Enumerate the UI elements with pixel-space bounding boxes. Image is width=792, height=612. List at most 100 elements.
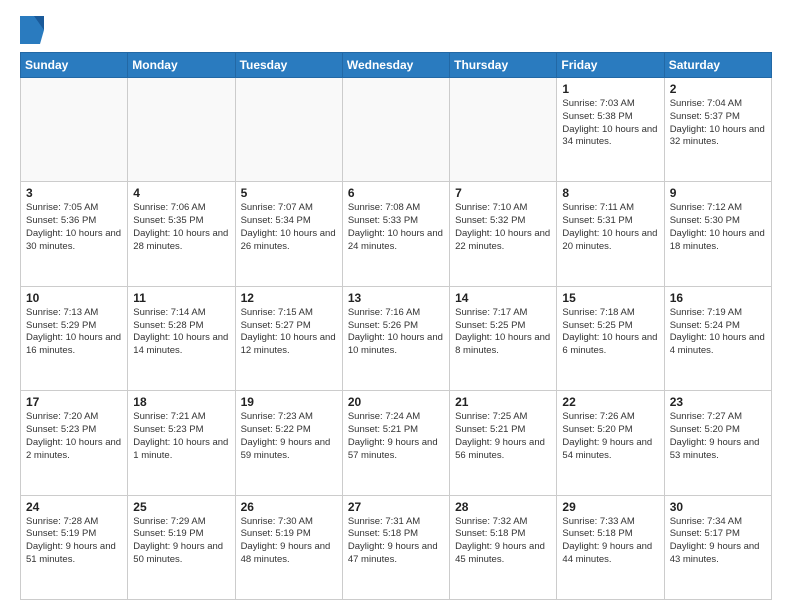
day-info: Sunrise: 7:04 AMSunset: 5:37 PMDaylight:… (670, 98, 766, 149)
day-info: Sunrise: 7:23 AMSunset: 5:22 PMDaylight:… (241, 411, 337, 462)
calendar-cell: 4 Sunrise: 7:06 AMSunset: 5:35 PMDaylight… (128, 182, 235, 286)
day-info: Sunrise: 7:08 AMSunset: 5:33 PMDaylight:… (348, 202, 444, 253)
week-row-1: 1Sunrise: 7:03 AMSunset: 5:38 PMDaylight… (21, 78, 772, 182)
day-info: Sunrise: 7:29 AMSunset: 5:19 PMDaylight:… (133, 516, 229, 567)
day-info: Sunrise: 7:13 AMSunset: 5:29 PMDaylight:… (26, 307, 122, 358)
day-number: 21 (455, 395, 551, 409)
calendar-cell: 28 Sunrise: 7:32 AMSunset: 5:18 PMDayligh… (450, 495, 557, 599)
day-number: 14 (455, 291, 551, 305)
logo (20, 16, 48, 44)
day-number: 18 (133, 395, 229, 409)
calendar-cell: 22Sunrise: 7:26 AMSunset: 5:20 PMDayligh… (557, 391, 664, 495)
calendar-cell: 14 Sunrise: 7:17 AMSunset: 5:25 PMDayligh… (450, 286, 557, 390)
week-row-2: 3Sunrise: 7:05 AMSunset: 5:36 PMDaylight… (21, 182, 772, 286)
calendar-cell: 8 Sunrise: 7:11 AMSunset: 5:31 PMDaylight… (557, 182, 664, 286)
day-number: 11 (133, 291, 229, 305)
day-info: Sunrise: 7:19 AMSunset: 5:24 PMDaylight:… (670, 307, 766, 358)
calendar-cell: 29Sunrise: 7:33 AMSunset: 5:18 PMDayligh… (557, 495, 664, 599)
day-info: Sunrise: 7:28 AMSunset: 5:19 PMDaylight:… (26, 516, 122, 567)
day-info: Sunrise: 7:27 AMSunset: 5:20 PMDaylight:… (670, 411, 766, 462)
weekday-header-sunday: Sunday (21, 53, 128, 78)
calendar-cell: 19 Sunrise: 7:23 AMSunset: 5:22 PMDayligh… (235, 391, 342, 495)
calendar-cell: 16 Sunrise: 7:19 AMSunset: 5:24 PMDayligh… (664, 286, 771, 390)
calendar-cell: 15 Sunrise: 7:18 AMSunset: 5:25 PMDayligh… (557, 286, 664, 390)
day-number: 16 (670, 291, 766, 305)
day-number: 27 (348, 500, 444, 514)
week-row-4: 17 Sunrise: 7:20 AMSunset: 5:23 PMDayligh… (21, 391, 772, 495)
day-info: Sunrise: 7:32 AMSunset: 5:18 PMDaylight:… (455, 516, 551, 567)
calendar-cell (342, 78, 449, 182)
day-info: Sunrise: 7:34 AMSunset: 5:17 PMDaylight:… (670, 516, 766, 567)
day-number: 24 (26, 500, 122, 514)
day-number: 9 (670, 186, 766, 200)
calendar-cell: 23 Sunrise: 7:27 AMSunset: 5:20 PMDayligh… (664, 391, 771, 495)
day-info: Sunrise: 7:14 AMSunset: 5:28 PMDaylight:… (133, 307, 229, 358)
calendar-cell (450, 78, 557, 182)
calendar-cell: 9 Sunrise: 7:12 AMSunset: 5:30 PMDaylight… (664, 182, 771, 286)
day-number: 26 (241, 500, 337, 514)
calendar-cell: 11 Sunrise: 7:14 AMSunset: 5:28 PMDayligh… (128, 286, 235, 390)
calendar-cell: 7Sunrise: 7:10 AMSunset: 5:32 PMDaylight… (450, 182, 557, 286)
day-number: 15 (562, 291, 658, 305)
day-number: 17 (26, 395, 122, 409)
weekday-header-tuesday: Tuesday (235, 53, 342, 78)
day-info: Sunrise: 7:10 AMSunset: 5:32 PMDaylight:… (455, 202, 551, 253)
calendar-cell: 17 Sunrise: 7:20 AMSunset: 5:23 PMDayligh… (21, 391, 128, 495)
calendar-cell: 1Sunrise: 7:03 AMSunset: 5:38 PMDaylight… (557, 78, 664, 182)
calendar-cell (235, 78, 342, 182)
day-info: Sunrise: 7:16 AMSunset: 5:26 PMDaylight:… (348, 307, 444, 358)
day-number: 4 (133, 186, 229, 200)
day-number: 25 (133, 500, 229, 514)
calendar-cell: 20Sunrise: 7:24 AMSunset: 5:21 PMDayligh… (342, 391, 449, 495)
day-number: 1 (562, 82, 658, 96)
calendar-cell: 13 Sunrise: 7:16 AMSunset: 5:26 PMDayligh… (342, 286, 449, 390)
day-number: 30 (670, 500, 766, 514)
page: SundayMondayTuesdayWednesdayThursdayFrid… (0, 0, 792, 612)
calendar: SundayMondayTuesdayWednesdayThursdayFrid… (20, 52, 772, 600)
calendar-cell: 10 Sunrise: 7:13 AMSunset: 5:29 PMDayligh… (21, 286, 128, 390)
day-number: 20 (348, 395, 444, 409)
calendar-cell: 26 Sunrise: 7:30 AMSunset: 5:19 PMDayligh… (235, 495, 342, 599)
logo-icon (20, 16, 44, 44)
day-info: Sunrise: 7:12 AMSunset: 5:30 PMDaylight:… (670, 202, 766, 253)
calendar-cell: 24 Sunrise: 7:28 AMSunset: 5:19 PMDayligh… (21, 495, 128, 599)
day-number: 6 (348, 186, 444, 200)
calendar-cell: 21 Sunrise: 7:25 AMSunset: 5:21 PMDayligh… (450, 391, 557, 495)
weekday-header-row: SundayMondayTuesdayWednesdayThursdayFrid… (21, 53, 772, 78)
day-info: Sunrise: 7:20 AMSunset: 5:23 PMDaylight:… (26, 411, 122, 462)
calendar-cell: 12 Sunrise: 7:15 AMSunset: 5:27 PMDayligh… (235, 286, 342, 390)
day-number: 29 (562, 500, 658, 514)
week-row-3: 10 Sunrise: 7:13 AMSunset: 5:29 PMDayligh… (21, 286, 772, 390)
day-number: 2 (670, 82, 766, 96)
day-info: Sunrise: 7:11 AMSunset: 5:31 PMDaylight:… (562, 202, 658, 253)
day-number: 3 (26, 186, 122, 200)
week-row-5: 24 Sunrise: 7:28 AMSunset: 5:19 PMDayligh… (21, 495, 772, 599)
weekday-header-monday: Monday (128, 53, 235, 78)
day-number: 8 (562, 186, 658, 200)
calendar-cell: 3Sunrise: 7:05 AMSunset: 5:36 PMDaylight… (21, 182, 128, 286)
day-info: Sunrise: 7:17 AMSunset: 5:25 PMDaylight:… (455, 307, 551, 358)
day-info: Sunrise: 7:06 AMSunset: 5:35 PMDaylight:… (133, 202, 229, 253)
day-info: Sunrise: 7:21 AMSunset: 5:23 PMDaylight:… (133, 411, 229, 462)
weekday-header-wednesday: Wednesday (342, 53, 449, 78)
day-number: 5 (241, 186, 337, 200)
day-info: Sunrise: 7:31 AMSunset: 5:18 PMDaylight:… (348, 516, 444, 567)
day-number: 23 (670, 395, 766, 409)
day-number: 28 (455, 500, 551, 514)
calendar-cell: 6 Sunrise: 7:08 AMSunset: 5:33 PMDaylight… (342, 182, 449, 286)
weekday-header-friday: Friday (557, 53, 664, 78)
day-info: Sunrise: 7:18 AMSunset: 5:25 PMDaylight:… (562, 307, 658, 358)
day-info: Sunrise: 7:15 AMSunset: 5:27 PMDaylight:… (241, 307, 337, 358)
day-number: 13 (348, 291, 444, 305)
day-info: Sunrise: 7:25 AMSunset: 5:21 PMDaylight:… (455, 411, 551, 462)
day-number: 19 (241, 395, 337, 409)
day-info: Sunrise: 7:07 AMSunset: 5:34 PMDaylight:… (241, 202, 337, 253)
day-info: Sunrise: 7:30 AMSunset: 5:19 PMDaylight:… (241, 516, 337, 567)
day-number: 10 (26, 291, 122, 305)
day-number: 12 (241, 291, 337, 305)
day-number: 22 (562, 395, 658, 409)
weekday-header-thursday: Thursday (450, 53, 557, 78)
calendar-cell (128, 78, 235, 182)
weekday-header-saturday: Saturday (664, 53, 771, 78)
calendar-cell: 5 Sunrise: 7:07 AMSunset: 5:34 PMDaylight… (235, 182, 342, 286)
